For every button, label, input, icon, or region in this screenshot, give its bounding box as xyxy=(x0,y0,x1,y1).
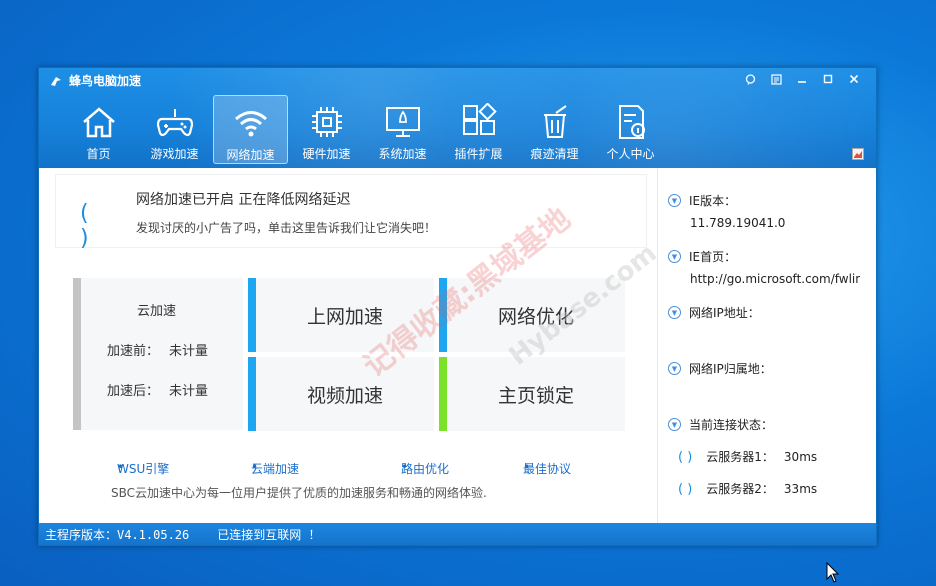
tab-home[interactable]: 首页 xyxy=(61,95,136,164)
version-text: 主程序版本：V4.1.05.26 xyxy=(45,527,190,542)
stat-after-value: 未计量 xyxy=(169,384,209,399)
wifi-icon xyxy=(234,111,267,137)
cloud-stats-panel: 云加速 加速前： 未计量 加速后： 未计量 xyxy=(73,278,243,430)
tab-system-label: 系统加速 xyxy=(378,147,427,161)
tab-cleanup-label: 痕迹清理 xyxy=(530,147,579,161)
web-acceleration-tile[interactable]: 上网加速 xyxy=(248,278,434,352)
app-title-text: 蜂鸟电脑加速 xyxy=(69,74,142,88)
notice-title: 网络加速已开启 正在降低网络延迟 xyxy=(136,192,351,208)
home-icon xyxy=(82,107,115,138)
ip-address-label: ▼ 网络IP地址： xyxy=(668,304,760,321)
ie-homepage-value: http://go.microsoft.com/fwlink xyxy=(690,272,860,286)
ad-report-link[interactable]: 发现讨厌的小广告了吗，单击这里告诉我们让它消失吧！ xyxy=(136,219,436,236)
gamepad-icon xyxy=(156,109,193,137)
speech-bubble-icon xyxy=(745,73,755,85)
tab-hardware-label: 硬件加速 xyxy=(302,147,351,161)
menu-icon xyxy=(770,73,782,85)
trash-icon xyxy=(543,105,567,138)
tab-personal-center[interactable]: 个人中心 xyxy=(593,95,668,164)
ie-homepage-label-text: IE首页： xyxy=(689,250,737,264)
menu-button[interactable] xyxy=(764,70,788,88)
stat-before-label: 加速前： xyxy=(107,344,160,359)
chevron-down-icon: ▼ xyxy=(668,362,681,375)
chevron-down-icon: ▼ xyxy=(668,194,681,207)
maximize-button[interactable] xyxy=(816,70,840,88)
user-doc-icon xyxy=(618,105,645,139)
stat-before-value: 未计量 xyxy=(169,344,209,359)
stat-after-label: 加速后： xyxy=(107,384,160,399)
server-2-status: ( ) 云服务器2： 33ms xyxy=(678,480,817,497)
title-bar: 蜂鸟电脑加速 首页 游戏加速 网络加速 硬件加速 系统加速 插件扩展 痕迹清理 … xyxy=(39,68,876,168)
stat-after: 加速后： 未计量 xyxy=(107,380,208,399)
connection-status-label-text: 当前连接状态： xyxy=(689,418,774,432)
tab-network-acceleration[interactable]: 网络加速 xyxy=(213,95,288,164)
chevron-down-icon: ▼ xyxy=(668,306,681,319)
service-description: SBC云加速中心为每一位用户提供了优质的加速服务和畅通的网络体验. xyxy=(111,486,487,500)
tab-system-acceleration[interactable]: 系统加速 xyxy=(365,95,440,164)
loading-spinner-icon: ( ) xyxy=(678,450,693,465)
close-icon xyxy=(849,74,859,84)
info-side-panel: ▼ IE版本： 11.789.19041.0 ▼ IE首页： http://go.m… xyxy=(657,168,877,524)
close-button[interactable] xyxy=(842,70,866,88)
skin-icon[interactable] xyxy=(852,148,864,160)
loading-spinner-icon: ( ) xyxy=(80,201,99,251)
ip-location-label-text: 网络IP归属地： xyxy=(689,362,772,376)
link-wsu-label: WSU引擎 xyxy=(117,462,170,476)
chevron-down-icon: ▼ xyxy=(668,250,681,263)
server-1-latency: 30ms xyxy=(783,450,818,464)
tab-hardware-acceleration[interactable]: 硬件加速 xyxy=(289,95,364,164)
tab-home-label: 首页 xyxy=(86,147,111,161)
acceleration-notice[interactable]: ( ) 网络加速已开启 正在降低网络延迟 发现讨厌的小广告了吗，单击这里告诉我们… xyxy=(55,174,647,251)
ip-location-label: ▼ 网络IP归属地： xyxy=(668,360,772,377)
feedback-button[interactable] xyxy=(738,70,762,88)
link-protocol-label: 最佳协议 xyxy=(523,462,572,476)
app-title: 蜂鸟电脑加速 xyxy=(49,72,141,89)
window-controls xyxy=(738,70,866,88)
network-optimize-tile[interactable]: 网络优化 xyxy=(439,278,625,352)
server-2-latency: 33ms xyxy=(783,482,818,496)
connection-text: 已连接到互联网 ！ xyxy=(217,527,321,542)
tab-game-acceleration[interactable]: 游戏加速 xyxy=(137,95,212,164)
tab-plugin-extension[interactable]: 插件扩展 xyxy=(441,95,516,164)
homepage-lock-tile[interactable]: 主页锁定 xyxy=(439,357,625,431)
stat-before: 加速前： 未计量 xyxy=(107,340,208,359)
connection-status-label: ▼ 当前连接状态： xyxy=(668,416,773,433)
loading-spinner-icon: ( ) xyxy=(678,482,693,497)
ip-address-label-text: 网络IP地址： xyxy=(689,306,760,320)
rocket-monitor-icon xyxy=(385,107,420,137)
link-route-label: 路由优化 xyxy=(401,462,450,476)
mouse-cursor-icon xyxy=(826,562,840,583)
ie-version-value: 11.789.19041.0 xyxy=(690,216,786,230)
ie-version-label: ▼ IE版本： xyxy=(668,192,736,209)
tab-game-label: 游戏加速 xyxy=(150,147,199,161)
chip-icon xyxy=(311,107,342,137)
chevron-down-icon: ▼ xyxy=(668,418,681,431)
status-bar: 主程序版本：V4.1.05.26 已连接到互联网 ！ xyxy=(39,523,876,545)
link-cloud-label: 云端加速 xyxy=(251,462,300,476)
stats-title: 云加速 xyxy=(137,304,177,319)
hummingbird-logo-icon xyxy=(51,76,61,86)
puzzle-grid-icon xyxy=(462,103,497,135)
video-acceleration-tile[interactable]: 视频加速 xyxy=(248,357,434,431)
maximize-icon xyxy=(823,74,833,84)
main-toolbar: 首页 游戏加速 网络加速 硬件加速 系统加速 插件扩展 痕迹清理 个人中心 xyxy=(61,95,668,164)
ie-version-label-text: IE版本： xyxy=(689,194,737,208)
server-1-label: 云服务器1： xyxy=(706,450,774,464)
minimize-icon xyxy=(798,81,806,83)
tab-network-label: 网络加速 xyxy=(226,148,275,162)
server-2-label: 云服务器2： xyxy=(706,482,774,496)
tab-trace-cleanup[interactable]: 痕迹清理 xyxy=(517,95,592,164)
ie-homepage-label: ▼ IE首页： xyxy=(668,248,736,265)
main-content: ( ) 网络加速已开启 正在降低网络延迟 发现讨厌的小广告了吗，单击这里告诉我们… xyxy=(39,168,657,524)
minimize-button[interactable] xyxy=(790,70,814,88)
tab-personal-label: 个人中心 xyxy=(606,147,655,161)
app-window: 蜂鸟电脑加速 首页 游戏加速 网络加速 硬件加速 系统加速 插件扩展 痕迹清理 … xyxy=(38,67,877,546)
tab-plugin-label: 插件扩展 xyxy=(454,147,503,161)
server-1-status: ( ) 云服务器1： 30ms xyxy=(678,448,817,465)
